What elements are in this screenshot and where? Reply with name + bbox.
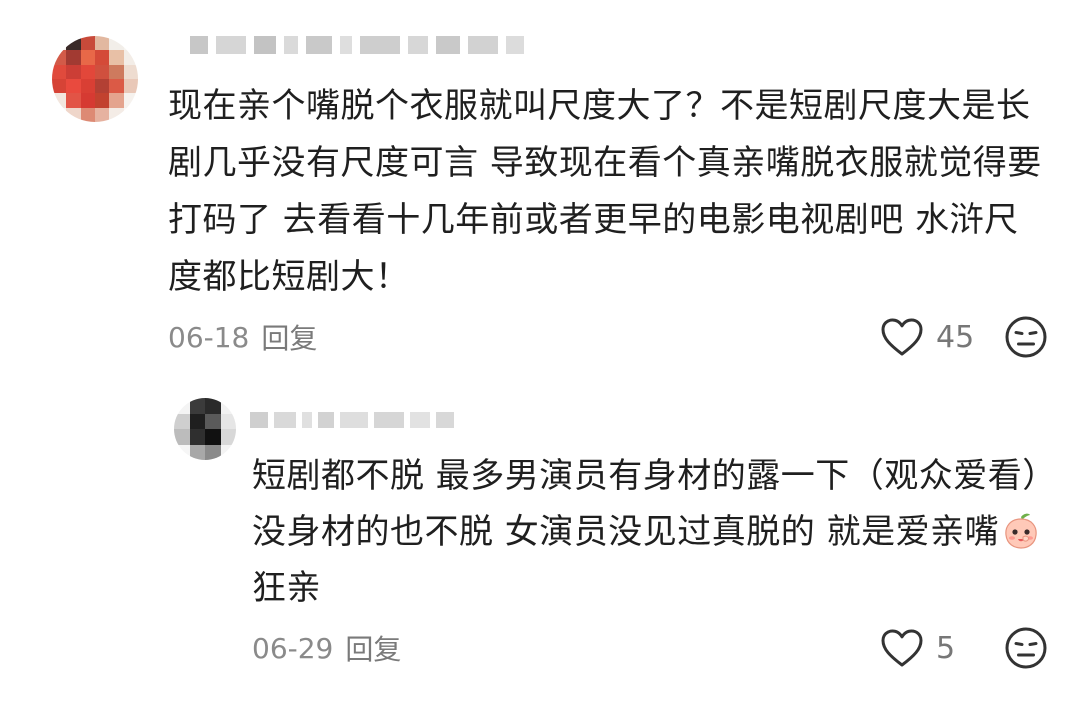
reply-dislike-button[interactable] [1004,626,1048,670]
reply-text-part1: 短剧都不脱 最多男演员有身材的露一下（观众爱看）没身材的也不脱 女演员没见过真脱… [252,456,1040,552]
peach-face-emoji [1005,513,1037,549]
reply-like-button[interactable]: 5 [880,628,996,668]
reply-avatar[interactable] [174,398,236,460]
reply-text: 短剧都不脱 最多男演员有身材的露一下（观众爱看）没身材的也不脱 女演员没见过真脱… [252,448,1052,616]
comment-text: 现在亲个嘴脱个衣服就叫尺度大了？不是短剧尺度大是长剧几乎没有尺度可言 导致现在看… [168,86,1042,297]
reply-meta: 06-29 回复 5 [252,626,1048,670]
comment-meta: 06-18 回复 45 [168,315,1048,359]
username-blurred[interactable] [190,36,524,54]
dislike-button[interactable] [1004,315,1048,359]
meh-face-icon [1005,316,1047,358]
reply-button[interactable]: 回复 [261,317,317,357]
heart-outline-icon [881,318,923,356]
reply-reply-button[interactable]: 回复 [345,628,401,668]
avatar[interactable] [52,36,138,122]
reply-username-blurred[interactable] [250,412,454,428]
comment-thread: 现在亲个嘴脱个衣服就叫尺度大了？不是短剧尺度大是长剧几乎没有尺度可言 导致现在看… [0,0,1080,714]
like-button[interactable]: 45 [880,317,996,357]
reaction-group: 45 [880,315,1048,359]
meh-face-icon [1005,627,1047,669]
like-count: 45 [936,319,975,355]
reply-text-part2: 狂亲 [252,568,321,608]
reply-reaction-group: 5 [880,626,1048,670]
reply-like-count: 5 [936,630,956,666]
comment-date: 06-18 [168,320,250,354]
heart-outline-icon [881,629,923,667]
reply-date: 06-29 [252,631,334,665]
